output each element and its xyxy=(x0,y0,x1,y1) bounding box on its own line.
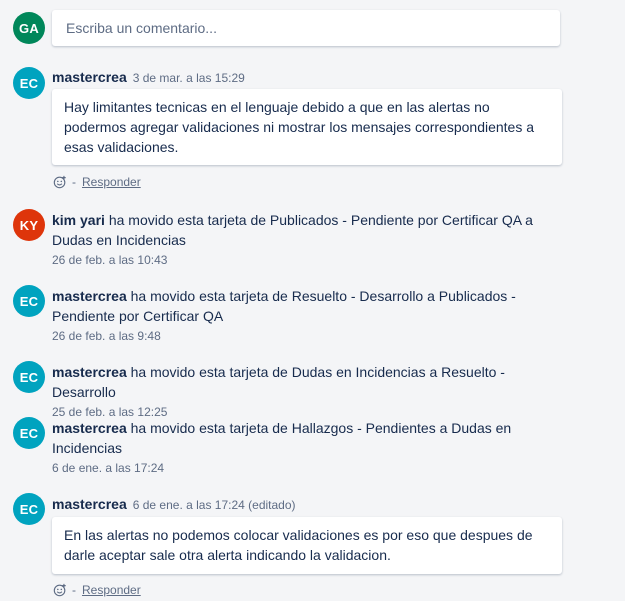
avatar[interactable]: EC xyxy=(13,493,45,525)
comment-text: En las alertas no podemos colocar valida… xyxy=(64,527,533,563)
separator: - xyxy=(72,583,76,597)
comment-composer[interactable] xyxy=(52,10,560,46)
comment-input[interactable] xyxy=(64,19,548,37)
avatar[interactable]: EC xyxy=(13,417,45,449)
activity-entry: mastercrea ha movido esta tarjeta de Dud… xyxy=(52,362,572,420)
current-user-avatar[interactable]: GA xyxy=(13,12,45,44)
avatar[interactable]: EC xyxy=(13,67,45,99)
comment-body: Hay limitantes tecnicas en el lenguaje d… xyxy=(52,89,562,165)
comment-header: mastercrea 6 de ene. a las 17:24 (editado… xyxy=(52,494,572,515)
activity-entry: mastercrea ha movido esta tarjeta de Res… xyxy=(52,286,572,344)
avatar[interactable]: EC xyxy=(13,285,45,317)
author-name[interactable]: mastercrea xyxy=(52,364,127,380)
comment-timestamp[interactable]: 6 de ene. a las 17:24 (editado) xyxy=(133,498,296,512)
avatar[interactable]: EC xyxy=(13,361,45,393)
activity-timestamp[interactable]: 6 de ene. a las 17:24 xyxy=(52,460,572,476)
activity-timestamp[interactable]: 26 de feb. a las 10:43 xyxy=(52,252,572,268)
author-name[interactable]: mastercrea xyxy=(52,420,127,436)
author-name[interactable]: kim yari xyxy=(52,212,105,228)
add-reaction-icon[interactable] xyxy=(53,583,67,597)
author-name[interactable]: mastercrea xyxy=(52,69,127,85)
activity-entry: mastercrea ha movido esta tarjeta de Hal… xyxy=(52,418,572,476)
avatar[interactable]: KY xyxy=(13,209,45,241)
reply-button[interactable]: Responder xyxy=(82,583,141,597)
author-name[interactable]: mastercrea xyxy=(52,496,127,512)
reply-button[interactable]: Responder xyxy=(82,175,141,189)
add-reaction-icon[interactable] xyxy=(53,175,67,189)
comment-header: mastercrea 3 de mar. a las 15:29 xyxy=(52,67,572,88)
activity-entry: kim yari ha movido esta tarjeta de Publi… xyxy=(52,210,572,268)
comment-body: En las alertas no podemos colocar valida… xyxy=(52,517,562,574)
comment-actions: - Responder xyxy=(53,583,141,597)
activity-text: ha movido esta tarjeta de Publicados - P… xyxy=(52,212,533,248)
author-name[interactable]: mastercrea xyxy=(52,288,127,304)
activity-timestamp[interactable]: 26 de feb. a las 9:48 xyxy=(52,328,572,344)
comment-actions: - Responder xyxy=(53,175,141,189)
comment-text: Hay limitantes tecnicas en el lenguaje d… xyxy=(64,99,535,155)
separator: - xyxy=(72,175,76,189)
comment-timestamp[interactable]: 3 de mar. a las 15:29 xyxy=(133,71,245,85)
